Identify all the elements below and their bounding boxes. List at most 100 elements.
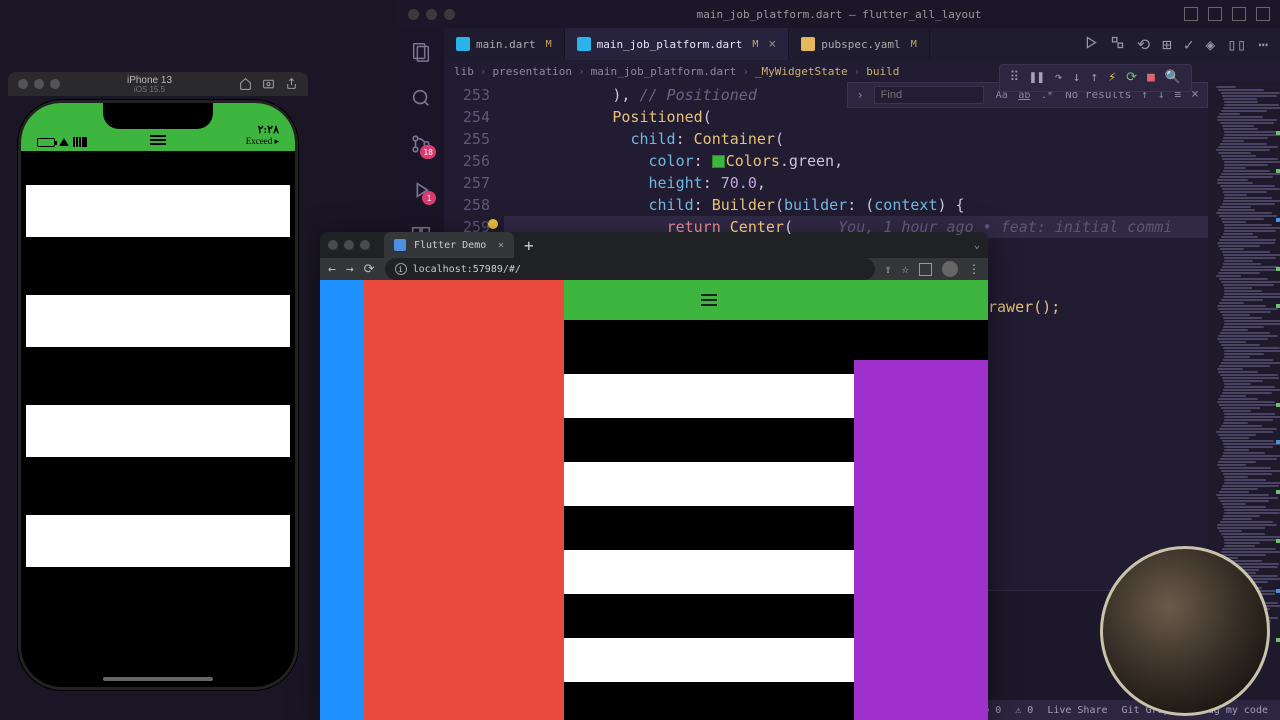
panel-right-icon[interactable] [1232, 7, 1246, 21]
grip-icon[interactable]: ⠿ [1010, 67, 1020, 89]
code-line[interactable]: child: Builder(builder: (context) { [504, 194, 1208, 216]
bookmark-icon[interactable]: ☆ [902, 262, 909, 276]
traffic-min[interactable] [426, 9, 437, 20]
breadcrumb-segment[interactable]: build [866, 65, 899, 78]
split-editor-icon[interactable]: ▯▯ [1227, 35, 1246, 54]
find-close-icon[interactable]: × [1191, 84, 1199, 106]
find-expand-icon[interactable]: › [856, 84, 863, 106]
screenshot-icon[interactable] [262, 75, 275, 94]
list-item[interactable] [26, 185, 290, 237]
restart-icon[interactable]: ⟳ [1126, 67, 1137, 89]
traffic-max[interactable] [444, 9, 455, 20]
profile-avatar-icon[interactable] [942, 261, 958, 277]
debug-icon[interactable]: 1 [409, 178, 433, 202]
forward-icon[interactable]: → [346, 262, 354, 277]
run-icon[interactable] [1083, 35, 1098, 54]
new-tab-icon[interactable]: + [524, 236, 534, 255]
code-line[interactable]: child: Container( [504, 128, 1208, 150]
status-item[interactable]: Live Share [1047, 705, 1107, 716]
browser-tab[interactable]: Flutter Demo × [384, 232, 514, 258]
iphone-simulator[interactable]: ٢:٢٨ Exceed ▸ [18, 100, 298, 690]
traffic-lights[interactable] [18, 79, 60, 89]
reload-icon[interactable]: ⟳ [364, 262, 375, 277]
stop-icon[interactable]: ■ [1147, 67, 1155, 89]
tabs-dropdown-icon[interactable]: ⌄ [974, 240, 980, 251]
code-line[interactable]: return Center( You, 1 hour ago • feat: i… [504, 216, 1208, 238]
list-item[interactable] [26, 405, 290, 457]
list-item[interactable] [564, 462, 854, 506]
line-number[interactable]: 258 [444, 194, 490, 216]
search-icon[interactable] [409, 86, 433, 110]
debug-toolbar[interactable]: ⠿ ❚❚ ↷ ↓ ↑ ⚡ ⟳ ■ 🔍 [999, 64, 1192, 92]
explorer-icon[interactable] [409, 40, 433, 64]
line-number[interactable]: 254 [444, 106, 490, 128]
overview-ruler[interactable] [1275, 82, 1280, 700]
breadcrumb-segment[interactable]: lib [454, 65, 474, 78]
traffic-lights[interactable] [328, 240, 370, 250]
share-icon[interactable] [285, 75, 298, 94]
close-icon[interactable]: × [768, 37, 776, 52]
line-number[interactable]: 257 [444, 172, 490, 194]
list-item[interactable] [26, 515, 290, 567]
traffic-max[interactable] [360, 240, 370, 250]
phone-menu-icon[interactable] [150, 139, 166, 141]
checkmark-icon[interactable]: ✓ [1184, 35, 1194, 54]
widget-inspector-icon[interactable]: 🔍 [1165, 67, 1181, 89]
traffic-max[interactable] [50, 79, 60, 89]
address-bar[interactable]: i localhost:57989/#/ [385, 258, 875, 280]
line-number[interactable]: 253 [444, 84, 490, 106]
diff-icon[interactable]: ◈ [1205, 35, 1215, 54]
breadcrumb-segment[interactable]: main_job_platform.dart [591, 65, 737, 78]
traffic-min[interactable] [34, 79, 44, 89]
home-indicator[interactable] [103, 677, 213, 681]
line-gutter[interactable]: 253254255256257258259 [444, 82, 500, 238]
list-item[interactable] [26, 295, 290, 347]
breadcrumb-segment[interactable]: _MyWidgetState [755, 65, 848, 78]
phone-app-screen[interactable] [24, 151, 292, 681]
editor-tab[interactable]: main_job_platform.dartM× [565, 28, 790, 60]
editor-tab[interactable]: pubspec.yamlM [789, 28, 930, 60]
debug-start-icon[interactable] [1110, 35, 1125, 54]
menu-icon[interactable] [701, 299, 717, 301]
more-icon[interactable]: ⋯ [1258, 35, 1268, 54]
step-out-icon[interactable]: ↑ [1090, 67, 1098, 89]
traffic-lights[interactable] [408, 9, 455, 20]
panel-left-icon[interactable] [1184, 7, 1198, 21]
split-icon[interactable]: ⊞ [1162, 35, 1172, 54]
step-over-icon[interactable]: ↷ [1055, 67, 1063, 89]
close-tab-icon[interactable]: × [498, 240, 504, 251]
kebab-menu-icon[interactable]: ⋮ [968, 262, 980, 276]
pause-icon[interactable]: ❚❚ [1029, 67, 1045, 89]
breadcrumb-segment[interactable]: presentation [493, 65, 572, 78]
webcam-close-icon[interactable]: × [1253, 557, 1261, 572]
share-page-icon[interactable]: ⇪ [885, 262, 892, 276]
traffic-close[interactable] [18, 79, 28, 89]
code-line[interactable]: height: 70.0, [504, 172, 1208, 194]
status-item[interactable]: ⚠ 0 [1015, 705, 1033, 716]
webcam-overlay[interactable]: × [1100, 546, 1270, 716]
webapp-viewport[interactable] [320, 280, 988, 720]
find-input[interactable] [874, 86, 984, 104]
vscode-titlebar[interactable]: main_job_platform.dart — flutter_all_lay… [398, 0, 1280, 28]
hot-reload-icon[interactable]: ⚡ [1108, 67, 1116, 89]
editor-tab[interactable]: main.dartM [444, 28, 565, 60]
layout-icon[interactable] [1256, 7, 1270, 21]
line-number[interactable]: 256 [444, 150, 490, 172]
home-icon[interactable] [239, 75, 252, 94]
code-line[interactable]: color: Colors.green, [504, 150, 1208, 172]
list-item[interactable] [564, 374, 854, 418]
traffic-close[interactable] [328, 240, 338, 250]
traffic-min[interactable] [344, 240, 354, 250]
layout-buttons[interactable] [1184, 7, 1270, 21]
lightbulb-icon[interactable] [488, 219, 498, 229]
line-number[interactable]: 255 [444, 128, 490, 150]
back-icon[interactable]: ← [328, 262, 336, 277]
appbar-green[interactable] [564, 280, 854, 320]
step-into-icon[interactable]: ↓ [1073, 67, 1081, 89]
traffic-close[interactable] [408, 9, 419, 20]
compare-icon[interactable]: ⟲ [1137, 35, 1150, 54]
list-item[interactable] [564, 638, 854, 682]
extensions-icon[interactable] [919, 263, 932, 276]
panel-bottom-icon[interactable] [1208, 7, 1222, 21]
list-item[interactable] [564, 550, 854, 594]
